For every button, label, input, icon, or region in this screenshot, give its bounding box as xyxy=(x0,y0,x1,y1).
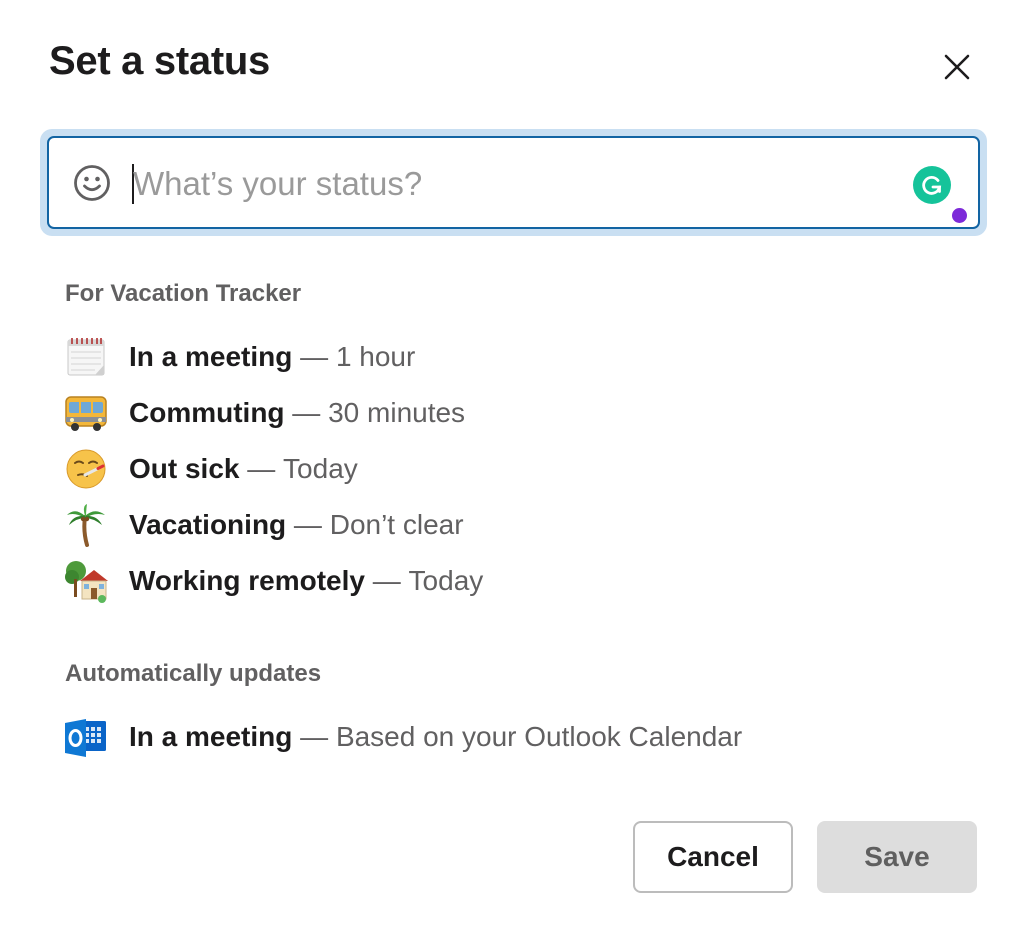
palm-tree-icon xyxy=(64,503,108,547)
house-with-garden-icon xyxy=(64,559,108,603)
calendar-icon xyxy=(64,335,108,379)
option-duration: Today xyxy=(408,565,484,596)
option-separator: — xyxy=(364,565,409,596)
option-duration: 30 minutes xyxy=(328,397,466,428)
status-input[interactable] xyxy=(133,154,893,214)
option-name: Commuting xyxy=(129,397,285,428)
grammarly-button[interactable] xyxy=(913,166,951,204)
bus-icon xyxy=(64,391,108,435)
option-duration: Today xyxy=(283,453,358,484)
status-option-out-sick[interactable]: Out sick — Today xyxy=(64,444,944,494)
cancel-button[interactable]: Cancel xyxy=(633,821,793,893)
status-option-working-remotely[interactable]: Working remotely — Today xyxy=(64,556,944,606)
status-option-commuting[interactable]: Commuting — 30 minutes xyxy=(64,388,944,438)
emoji-picker-button[interactable] xyxy=(71,162,113,204)
status-option-vacationing[interactable]: Vacationing — Don’t clear xyxy=(64,500,944,550)
smiley-icon xyxy=(74,165,110,201)
option-duration: 1 hour xyxy=(335,341,416,372)
option-separator: — xyxy=(292,341,336,372)
option-separator: — xyxy=(292,721,336,752)
save-button[interactable]: Save xyxy=(817,821,977,893)
status-input-focus-ring xyxy=(40,129,987,236)
section-label-automatic-updates: Automatically updates xyxy=(65,660,322,687)
status-option-outlook-meeting[interactable]: In a meeting — Based on your Outlook Cal… xyxy=(64,712,944,762)
option-separator: — xyxy=(284,397,329,428)
status-option-in-a-meeting[interactable]: In a meeting — 1 hour xyxy=(64,332,944,382)
dialog-title: Set a status xyxy=(49,39,270,83)
option-name: Out sick xyxy=(129,453,240,484)
sick-face-icon xyxy=(64,447,108,491)
grammarly-status-dot xyxy=(952,208,967,223)
close-button[interactable] xyxy=(934,44,980,90)
option-source: Based on your Outlook Calendar xyxy=(335,721,743,752)
option-name: Vacationing xyxy=(129,509,287,540)
option-separator: — xyxy=(239,453,284,484)
set-status-dialog: Set a status What’s your status? For Vac… xyxy=(0,0,1018,930)
option-name: In a meeting xyxy=(129,341,293,372)
option-duration: Don’t clear xyxy=(329,509,464,540)
outlook-icon xyxy=(64,715,108,759)
grammarly-icon xyxy=(922,176,942,195)
option-name: Working remotely xyxy=(129,565,365,596)
status-input-box xyxy=(47,136,980,229)
option-name: In a meeting xyxy=(129,721,293,752)
section-label-vacation-tracker: For Vacation Tracker xyxy=(65,280,302,307)
close-icon xyxy=(944,54,970,80)
option-separator: — xyxy=(286,509,330,540)
